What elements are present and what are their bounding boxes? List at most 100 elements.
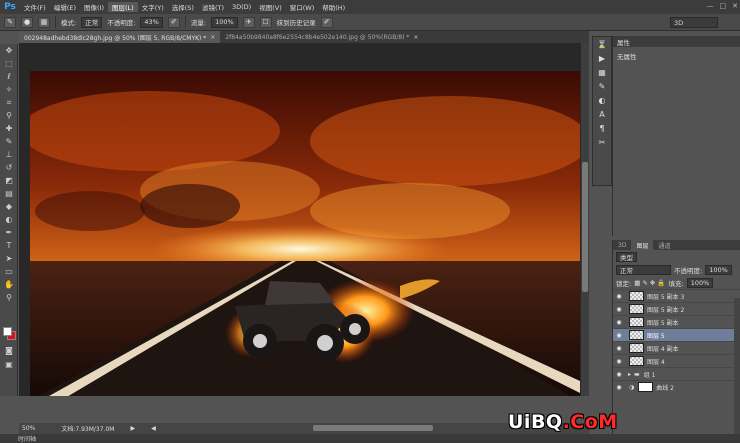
- actions-panel-icon[interactable]: ▶: [593, 51, 611, 65]
- menu-type[interactable]: 文字(Y): [138, 2, 168, 12]
- zoom-level[interactable]: 50%: [22, 425, 35, 432]
- menu-view[interactable]: 视图(V): [255, 2, 286, 12]
- close-tab-icon[interactable]: ×: [413, 34, 418, 41]
- eyedropper-icon[interactable]: ⚲: [0, 109, 18, 122]
- history-panel-icon[interactable]: ⌛: [593, 37, 611, 51]
- layer-row[interactable]: ◉ 图层 4: [613, 354, 740, 367]
- healing-brush-icon[interactable]: ✚: [0, 122, 18, 135]
- tab-document-2[interactable]: 2f84a50b9840a8f6e2554c8b4e502e140.jpg @ …: [220, 31, 423, 43]
- vertical-scrollbar[interactable]: [581, 43, 589, 396]
- properties-title[interactable]: 属性: [613, 36, 740, 47]
- layer-row[interactable]: ◉ 图层 4 副本: [613, 341, 740, 354]
- blend-row: 正常 不透明度: 100%: [613, 263, 740, 276]
- tab-layers[interactable]: 图层: [631, 240, 654, 250]
- eye-icon[interactable]: ◉: [613, 358, 625, 365]
- layer-row[interactable]: ◉ 图层 5 副本 2: [613, 302, 740, 315]
- layer-row[interactable]: ◉ 图层 5 副本: [613, 315, 740, 328]
- options-bar: ✎ ● ▦ 模式: 正常 不透明度: 43% ✐ 流量: 100% ✈ ☐ 抹到…: [0, 14, 740, 31]
- eraser-tool-icon[interactable]: ◩: [0, 174, 18, 187]
- eye-icon[interactable]: ◉: [613, 371, 625, 378]
- screen-mode-icon[interactable]: ▣: [0, 358, 18, 371]
- adjustment-layer-row[interactable]: ◉ ◑ 曲线 2: [613, 380, 740, 393]
- scroll-left-icon[interactable]: ◀: [151, 425, 156, 432]
- move-tool-icon[interactable]: ✥: [0, 44, 18, 57]
- tab-3d[interactable]: 3D: [613, 240, 631, 250]
- blur-tool-icon[interactable]: ◆: [0, 200, 18, 213]
- brush-panel-icon[interactable]: ✎: [593, 79, 611, 93]
- character-panel-icon[interactable]: A: [593, 107, 611, 121]
- pressure-opacity-icon[interactable]: ✐: [167, 16, 180, 28]
- swatches-panel-icon[interactable]: ▦: [593, 65, 611, 79]
- layer-filter-select[interactable]: 类型: [616, 251, 637, 262]
- layer-opacity-input[interactable]: 100%: [705, 264, 732, 275]
- dodge-tool-icon[interactable]: ◐: [0, 213, 18, 226]
- menu-help[interactable]: 帮助(H): [318, 2, 349, 12]
- clone-stamp-icon[interactable]: ⊥: [0, 148, 18, 161]
- pen-tool-icon[interactable]: ✒: [0, 226, 18, 239]
- marquee-tool-icon[interactable]: ⬚: [0, 57, 18, 70]
- fill-input[interactable]: 100%: [686, 277, 714, 288]
- layers-scrollbar[interactable]: [734, 298, 740, 434]
- brush-panel-icon[interactable]: ▦: [38, 16, 50, 28]
- history-checkbox[interactable]: ☐: [259, 16, 272, 28]
- pressure-size-icon[interactable]: ✐: [320, 16, 333, 28]
- tab-document-1[interactable]: 002948adhebd38dlc28gh.jpg @ 50% (图层 5, R…: [19, 31, 221, 43]
- menu-filter[interactable]: 滤镜(T): [198, 2, 228, 12]
- eye-icon[interactable]: ◉: [613, 319, 625, 326]
- type-tool-icon[interactable]: T: [0, 239, 18, 252]
- flow-input[interactable]: 100%: [211, 16, 238, 28]
- close-tab-icon[interactable]: ×: [210, 34, 215, 41]
- menu-3d[interactable]: 3D(D): [228, 3, 255, 11]
- expand-arrow-icon[interactable]: ▸: [628, 371, 631, 378]
- scrollbar-thumb[interactable]: [582, 162, 588, 292]
- menu-window[interactable]: 窗口(W): [286, 2, 319, 12]
- menu-file[interactable]: 文件(F): [20, 2, 50, 12]
- brush-tool-icon[interactable]: ✎: [0, 135, 18, 148]
- brush-tool-icon[interactable]: ✎: [4, 16, 16, 28]
- layer-group-row[interactable]: ◉ ▸ ▬ 组 1: [613, 367, 740, 380]
- eye-icon[interactable]: ◉: [613, 384, 625, 391]
- horizontal-scrollbar-thumb[interactable]: [313, 425, 433, 431]
- layer-row-selected[interactable]: ◉ 图层 5: [613, 328, 740, 341]
- canvas-area[interactable]: [19, 43, 589, 396]
- quick-select-icon[interactable]: ✧: [0, 83, 18, 96]
- menu-layer[interactable]: 图层(L): [108, 2, 138, 12]
- blend-mode-select[interactable]: 正常: [616, 264, 671, 275]
- maximize-icon[interactable]: □: [720, 2, 727, 10]
- menu-select[interactable]: 选择(S): [168, 2, 198, 12]
- workspace-select[interactable]: 3D: [670, 17, 718, 28]
- mask-thumbnail: [638, 382, 654, 392]
- adjustments-panel-icon[interactable]: ◐: [593, 93, 611, 107]
- lock-icons[interactable]: ▦ ✎ ✥ 🔒: [634, 279, 665, 287]
- path-select-icon[interactable]: ➤: [0, 252, 18, 265]
- menu-image[interactable]: 图像(I): [80, 2, 108, 12]
- opacity-input[interactable]: 43%: [140, 16, 163, 28]
- paragraph-panel-icon[interactable]: ¶: [593, 121, 611, 135]
- eye-icon[interactable]: ◉: [613, 332, 625, 339]
- document-canvas[interactable]: [30, 71, 580, 396]
- crop-tool-icon[interactable]: ⌗: [0, 96, 18, 109]
- minimize-icon[interactable]: —: [707, 2, 714, 10]
- layer-row[interactable]: ◉ 图层 5 副本 3: [613, 289, 740, 302]
- eye-icon[interactable]: ◉: [613, 345, 625, 352]
- mode-select[interactable]: 正常: [81, 16, 103, 28]
- lasso-tool-icon[interactable]: ℓ: [0, 70, 18, 83]
- brush-size-icon[interactable]: ●: [21, 16, 33, 28]
- eye-icon[interactable]: ◉: [613, 306, 625, 313]
- tool-presets-icon[interactable]: ✂: [593, 135, 611, 149]
- hand-tool-icon[interactable]: ✋: [0, 278, 18, 291]
- quick-mask-icon[interactable]: ◙: [0, 344, 18, 357]
- gradient-tool-icon[interactable]: ▤: [0, 187, 18, 200]
- menu-edit[interactable]: 编辑(E): [50, 2, 80, 12]
- timeline-bar[interactable]: 时间轴: [0, 434, 740, 443]
- close-icon[interactable]: ✕: [732, 2, 738, 10]
- zoom-tool-icon[interactable]: ⚲: [0, 291, 18, 304]
- status-arrow-icon[interactable]: ▶: [130, 425, 135, 432]
- tab-channels[interactable]: 通道: [653, 240, 675, 250]
- eye-icon[interactable]: ◉: [613, 293, 625, 300]
- shape-tool-icon[interactable]: ▭: [0, 265, 18, 278]
- foreground-color-swatch[interactable]: [3, 327, 12, 336]
- airbrush-icon[interactable]: ✈: [242, 16, 255, 28]
- history-brush-icon[interactable]: ↺: [0, 161, 18, 174]
- curves-icon: ◑: [629, 383, 635, 391]
